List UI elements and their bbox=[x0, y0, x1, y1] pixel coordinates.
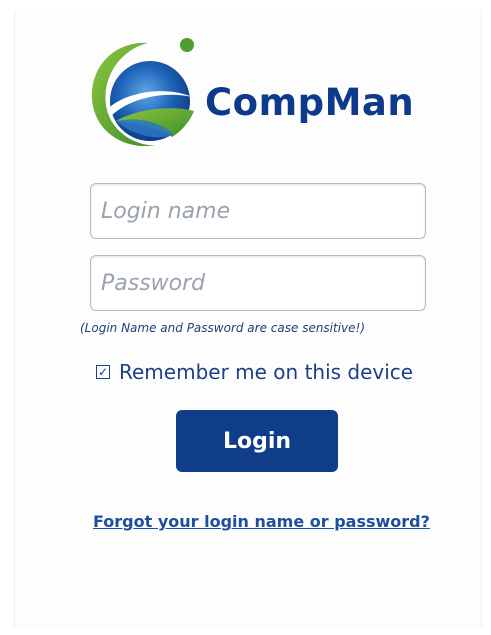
compman-logo-icon bbox=[91, 38, 194, 147]
forgot-credentials-link[interactable]: Forgot your login name or password? bbox=[93, 512, 430, 531]
checkbox-checked-icon[interactable]: ✓ bbox=[96, 365, 110, 379]
brand-name: CompMan bbox=[205, 81, 415, 124]
login-button[interactable]: Login bbox=[176, 410, 338, 472]
login-name-input[interactable] bbox=[90, 183, 426, 239]
remember-me-label: Remember me on this device bbox=[119, 360, 414, 384]
password-input[interactable] bbox=[90, 255, 426, 311]
case-sensitive-hint: (Login Name and Password are case sensit… bbox=[80, 321, 366, 335]
remember-me-checkbox[interactable]: ✓ Remember me on this device bbox=[96, 360, 413, 384]
